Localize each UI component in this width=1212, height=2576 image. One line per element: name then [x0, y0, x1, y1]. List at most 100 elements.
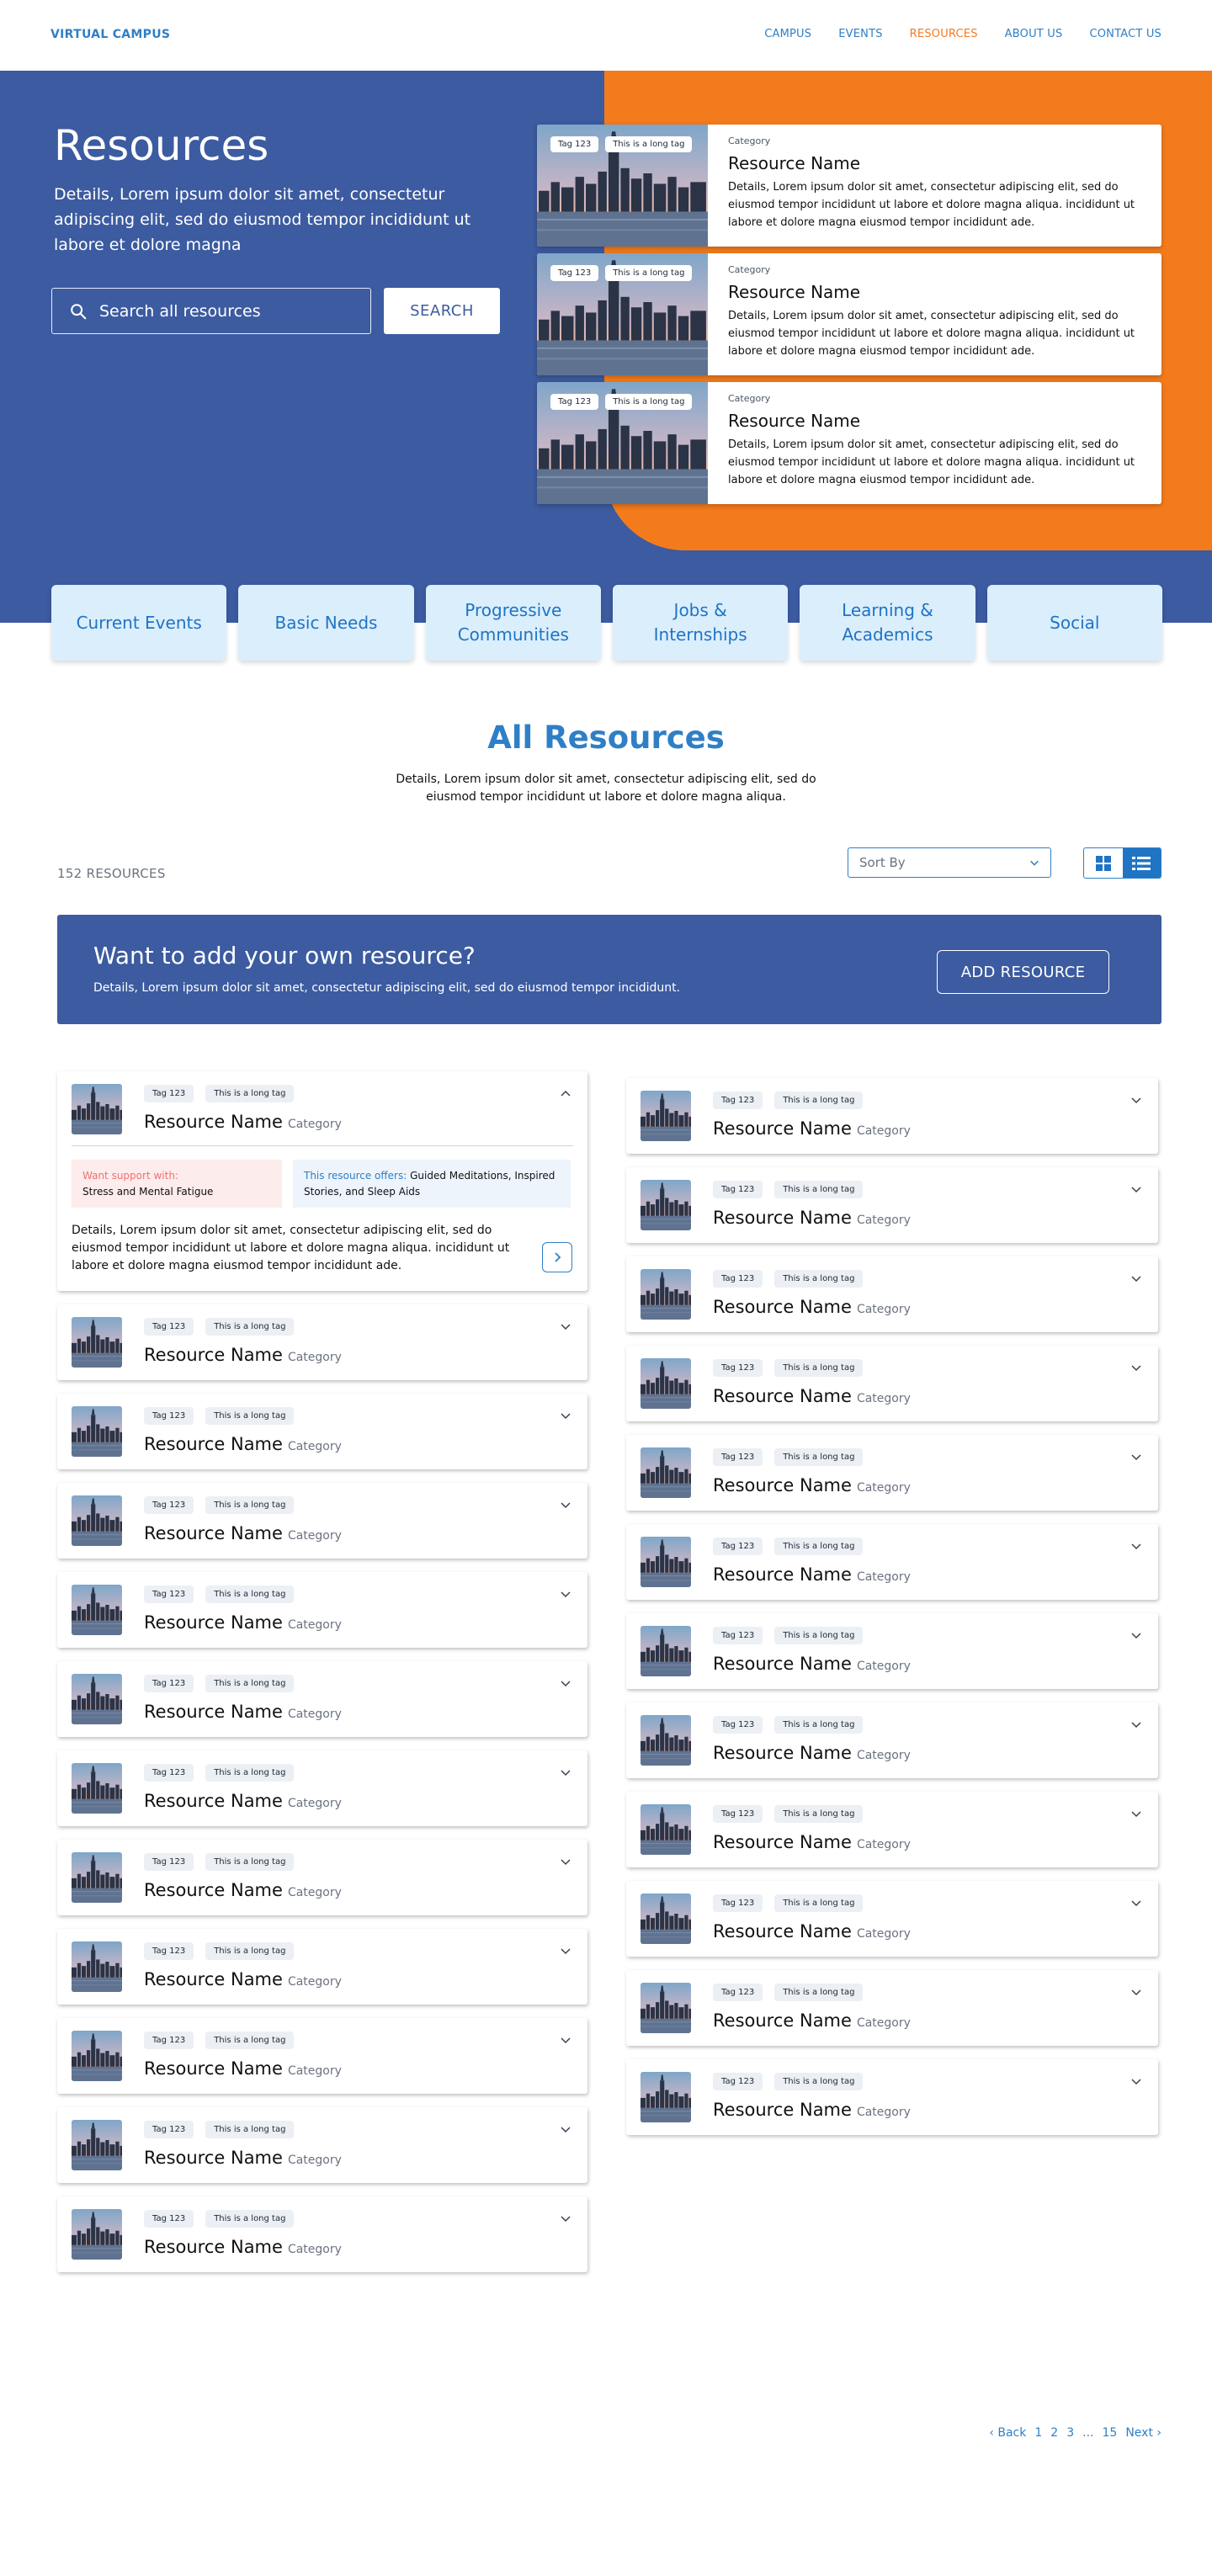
pagination-page[interactable]: 2	[1050, 2426, 1058, 2440]
pagination-next[interactable]: Next ›	[1125, 2426, 1162, 2440]
resource-list-item[interactable]: Tag 123 This is a long tag Resource Name Ca…	[57, 1572, 587, 1648]
tag[interactable]: This is a long tag	[205, 2210, 295, 2228]
tag[interactable]: Tag 123	[144, 1585, 194, 1603]
nav-about-us[interactable]: ABOUT US	[1005, 28, 1063, 40]
chevron-down-icon[interactable]	[559, 1944, 572, 1957]
tag[interactable]: Tag 123	[144, 2121, 194, 2138]
resource-name[interactable]: Resource Name	[713, 2100, 852, 2120]
resource-list-item[interactable]: Tag 123 This is a long tag Resource Name Ca…	[57, 2196, 587, 2272]
pagination-page[interactable]: 1	[1034, 2426, 1042, 2440]
tag[interactable]: Tag 123	[713, 1270, 763, 1288]
resource-name[interactable]: Resource Name	[713, 1208, 852, 1228]
resource-name[interactable]: Resource Name	[144, 2148, 283, 2168]
resource-name[interactable]: Resource Name	[713, 1654, 852, 1674]
category-tile[interactable]: Social	[986, 585, 1162, 661]
resource-name[interactable]: Resource Name	[728, 282, 860, 302]
chevron-down-icon[interactable]	[559, 1409, 572, 1422]
tag[interactable]: Tag 123	[144, 1764, 194, 1782]
resource-list-item[interactable]: Tag 123 This is a long tag Resource Name Ca…	[626, 1346, 1158, 1421]
nav-campus[interactable]: CAMPUS	[764, 28, 811, 40]
tag[interactable]: This is a long tag	[205, 1764, 295, 1782]
tag[interactable]: This is a long tag	[774, 1805, 864, 1823]
resource-list-item[interactable]: Tag 123 This is a long tag Resource Name Ca…	[57, 1840, 587, 1915]
tag[interactable]: This is a long tag	[205, 2032, 295, 2049]
tag[interactable]: Tag 123	[144, 1318, 194, 1336]
resource-list-item[interactable]: Tag 123 This is a long tag Resource Name Ca…	[626, 1702, 1158, 1778]
resource-name[interactable]: Resource Name	[144, 2058, 283, 2079]
resource-name[interactable]: Resource Name	[728, 153, 860, 173]
category-tile[interactable]: Current Events	[51, 585, 227, 661]
resource-name[interactable]: Resource Name	[713, 2010, 852, 2031]
tag[interactable]: Tag 123	[550, 394, 599, 410]
resource-list-item[interactable]: Tag 123 This is a long tag Resource Name Ca…	[57, 1483, 587, 1559]
category-tile[interactable]: Learning & Academics	[800, 585, 975, 661]
chevron-down-icon[interactable]	[559, 2212, 572, 2225]
resource-list-item[interactable]: Tag 123 This is a long tag Resource Name Ca…	[57, 1394, 587, 1469]
tag[interactable]: This is a long tag	[774, 1627, 864, 1644]
nav-contact-us[interactable]: CONTACT US	[1089, 28, 1162, 40]
resource-name[interactable]: Resource Name	[144, 1112, 283, 1132]
chevron-down-icon[interactable]	[559, 1855, 572, 1868]
chevron-down-icon[interactable]	[1130, 2074, 1143, 2088]
list-view-button[interactable]	[1122, 848, 1161, 878]
resource-name[interactable]: Resource Name	[144, 2237, 283, 2257]
featured-card[interactable]: Tag 123 This is a long tag Category Resourc…	[537, 253, 1162, 375]
chevron-down-icon[interactable]	[1130, 1361, 1143, 1374]
search-box[interactable]	[51, 288, 371, 334]
resource-list-item[interactable]: Tag 123 This is a long tag Resource Name Ca…	[626, 1970, 1158, 2046]
resource-list-item[interactable]: Tag 123 This is a long tag Resource Name Ca…	[626, 1881, 1158, 1957]
tag[interactable]: Tag 123	[144, 1085, 194, 1102]
tag[interactable]: Tag 123	[713, 1181, 763, 1198]
tag[interactable]: Tag 123	[713, 1448, 763, 1466]
tag[interactable]: This is a long tag	[774, 1538, 864, 1555]
resource-name[interactable]: Resource Name	[713, 1118, 852, 1139]
chevron-down-icon[interactable]	[1130, 1628, 1143, 1642]
chevron-down-icon[interactable]	[1130, 1093, 1143, 1107]
tag[interactable]: This is a long tag	[205, 1496, 295, 1514]
chevron-down-icon[interactable]	[559, 1676, 572, 1690]
pagination-page[interactable]: 15	[1103, 2426, 1118, 2440]
tag[interactable]: This is a long tag	[774, 2073, 864, 2090]
tag[interactable]: Tag 123	[144, 1853, 194, 1871]
chevron-down-icon[interactable]	[559, 1498, 572, 1511]
resource-name[interactable]: Resource Name	[144, 1702, 283, 1722]
chevron-down-icon[interactable]	[559, 2033, 572, 2047]
resource-name[interactable]: Resource Name	[144, 1969, 283, 1989]
chevron-down-icon[interactable]	[559, 1320, 572, 1333]
search-button[interactable]: SEARCH	[384, 288, 500, 334]
resource-name[interactable]: Resource Name	[144, 1791, 283, 1811]
resource-name[interactable]: Resource Name	[713, 1743, 852, 1763]
resource-list-item[interactable]: Tag 123 This is a long tag Resource Name Ca…	[57, 2018, 587, 2094]
chevron-down-icon[interactable]	[1130, 1896, 1143, 1909]
tag[interactable]: Tag 123	[713, 1805, 763, 1823]
tag[interactable]: This is a long tag	[774, 1270, 864, 1288]
tag[interactable]: This is a long tag	[774, 1894, 864, 1912]
nav-events[interactable]: EVENTS	[838, 28, 882, 40]
resource-list-item[interactable]: Tag 123 This is a long tag Resource Name Ca…	[57, 1750, 587, 1826]
tag[interactable]: Tag 123	[713, 1091, 763, 1109]
tag[interactable]: Tag 123	[144, 2032, 194, 2049]
tag[interactable]: Tag 123	[550, 136, 599, 152]
chevron-up-icon[interactable]	[559, 1086, 572, 1100]
resource-list-item[interactable]: Tag 123 This is a long tag Resource Name Ca…	[626, 2059, 1158, 2135]
brand-logo[interactable]: VIRTUAL CAMPUS	[50, 28, 170, 41]
chevron-down-icon[interactable]	[559, 2122, 572, 2136]
featured-card[interactable]: Tag 123 This is a long tag Category Resourc…	[537, 382, 1162, 504]
tag[interactable]: Tag 123	[713, 1359, 763, 1377]
tag[interactable]: This is a long tag	[205, 1675, 295, 1692]
sort-dropdown[interactable]: Sort By	[848, 847, 1051, 878]
tag[interactable]: This is a long tag	[205, 1407, 295, 1425]
tag[interactable]: Tag 123	[144, 1496, 194, 1514]
add-resource-button[interactable]: ADD RESOURCE	[937, 950, 1109, 994]
resource-name[interactable]: Resource Name	[713, 1832, 852, 1852]
tag[interactable]: This is a long tag	[605, 136, 693, 152]
resource-name[interactable]: Resource Name	[713, 1475, 852, 1495]
chevron-down-icon[interactable]	[1130, 1539, 1143, 1553]
resource-name[interactable]: Resource Name	[713, 1564, 852, 1585]
tag[interactable]: Tag 123	[713, 1538, 763, 1555]
tag[interactable]: This is a long tag	[605, 265, 693, 281]
tag[interactable]: This is a long tag	[774, 1984, 864, 2001]
resource-list-item[interactable]: Tag 123 This is a long tag Resource Name Ca…	[57, 1304, 587, 1380]
resource-list-item[interactable]: Tag 123 This is a long tag Resource Name Ca…	[626, 1167, 1158, 1243]
tag[interactable]: Tag 123	[713, 1894, 763, 1912]
